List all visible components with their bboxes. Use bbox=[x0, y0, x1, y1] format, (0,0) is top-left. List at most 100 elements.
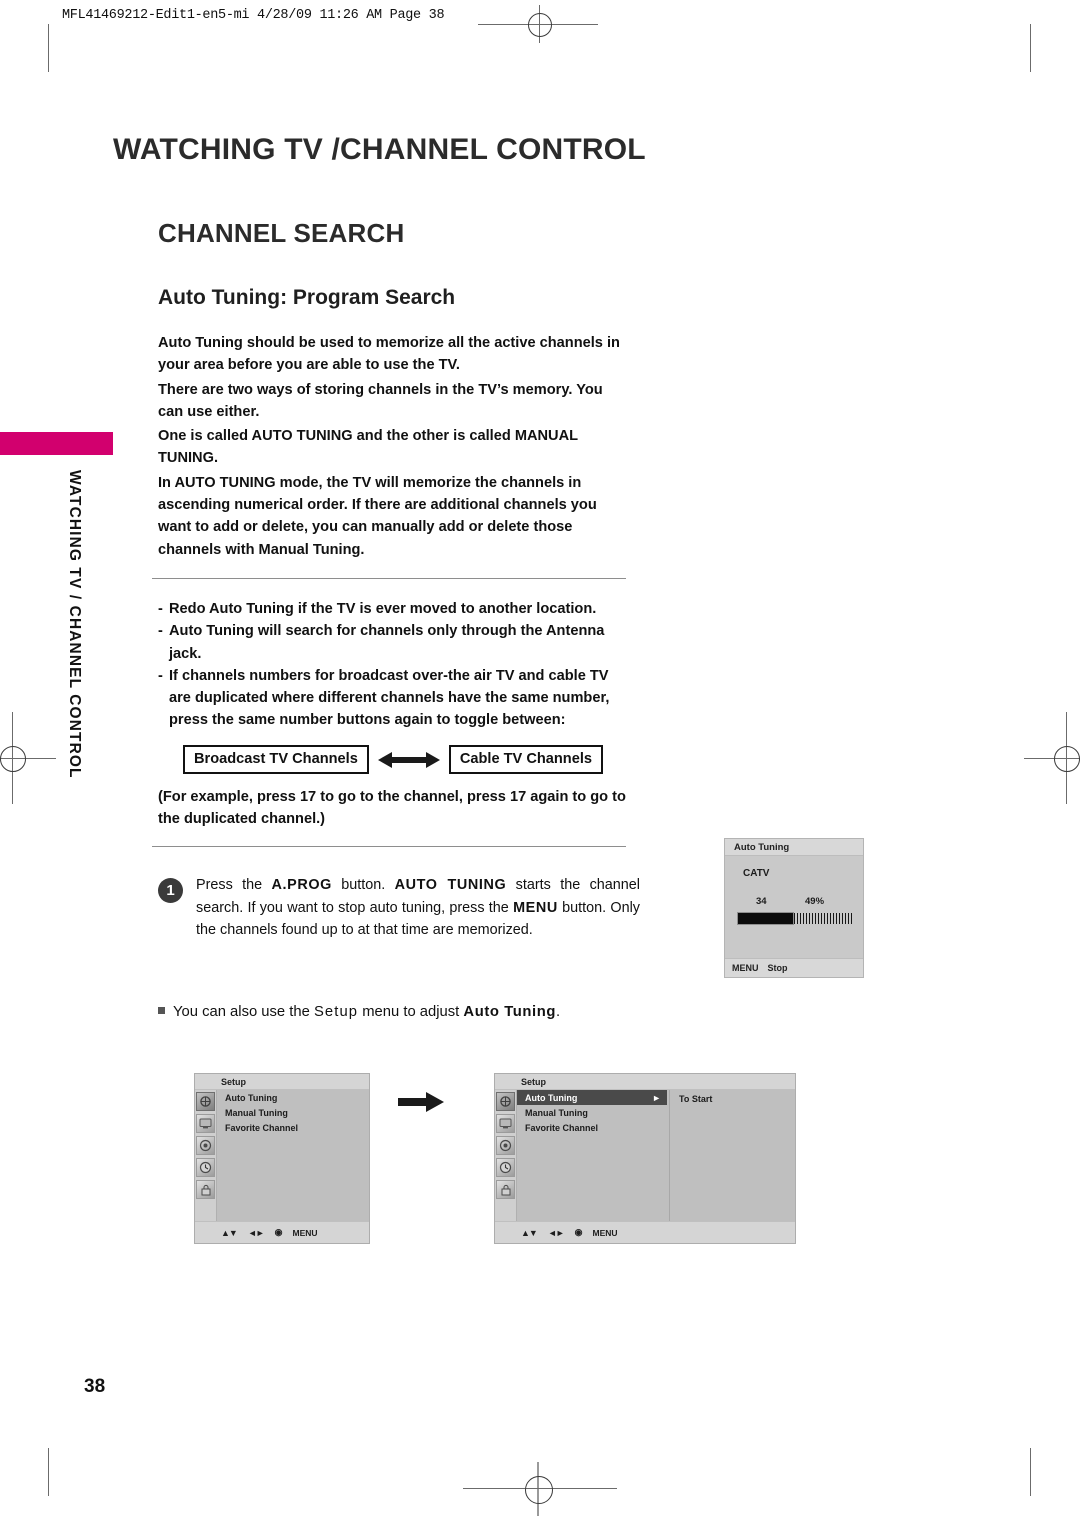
intro-paragraph: There are two ways of storing channels i… bbox=[158, 381, 603, 420]
menu-item-manual-tuning[interactable]: Manual Tuning bbox=[217, 1105, 369, 1120]
double-arrow-icon bbox=[377, 751, 440, 768]
channel-toggle-diagram: Broadcast TV Channels Cable TV Channels bbox=[183, 745, 604, 774]
intro-paragraph: Auto Tuning should be used to memorize a… bbox=[158, 335, 620, 374]
registration-mark-left bbox=[0, 712, 60, 804]
page-title: CHANNEL SEARCH bbox=[158, 218, 405, 248]
dash-marker: - bbox=[158, 667, 163, 684]
lock-icon[interactable] bbox=[196, 1180, 215, 1199]
notes-list: - Redo Auto Tuning if the TV is ever mov… bbox=[158, 598, 626, 732]
dash-marker: - bbox=[158, 623, 163, 640]
osd-setup-menu-before: Setup Auto Tuning Manual Tuning Favorite… bbox=[194, 1073, 370, 1244]
menu-item-label: Favorite Channel bbox=[225, 1122, 299, 1133]
list-item: - Redo Auto Tuning if the TV is ever mov… bbox=[158, 598, 626, 620]
square-bullet-icon bbox=[158, 1007, 165, 1014]
note-emphasis-setup: Setup bbox=[313, 1004, 359, 1020]
osd-progress-percent: 49% bbox=[805, 896, 825, 907]
time-icon[interactable] bbox=[196, 1158, 215, 1177]
lock-icon[interactable] bbox=[496, 1180, 515, 1199]
osd-setup-title-bar: Setup bbox=[195, 1074, 369, 1090]
intro-paragraph: One is called AUTO TUNING and the other … bbox=[158, 428, 578, 467]
menu-item-auto-tuning[interactable]: Auto Tuning ► bbox=[517, 1090, 667, 1105]
osd-progress-remaining bbox=[793, 913, 853, 924]
updown-arrows-icon: ▲▼ bbox=[221, 1227, 238, 1238]
registration-mark-bottom bbox=[463, 1462, 617, 1516]
picture-icon[interactable] bbox=[496, 1114, 515, 1133]
osd-setup-item-list: Auto Tuning Manual Tuning Favorite Chann… bbox=[217, 1090, 369, 1221]
list-item-text: Auto Tuning will search for channels onl… bbox=[169, 623, 605, 662]
note-middle: menu to adjust bbox=[358, 1004, 464, 1020]
divider-rule bbox=[152, 578, 626, 580]
printer-slug-text: MFL41469212-Edit1-en5-mi 4/28/09 11:26 A… bbox=[62, 8, 445, 23]
menu-item-label: Favorite Channel bbox=[525, 1122, 599, 1133]
broadcast-tv-channels-box: Broadcast TV Channels bbox=[183, 745, 369, 774]
osd-icon-column bbox=[495, 1090, 517, 1221]
osd-progress-fill bbox=[737, 912, 794, 925]
divider-rule bbox=[152, 846, 626, 848]
menu-key-label: MENU bbox=[592, 1227, 618, 1238]
osd-footer-menu-key: MENU bbox=[732, 963, 759, 973]
intro-paragraphs: Auto Tuning should be used to memorize a… bbox=[158, 332, 626, 561]
time-icon[interactable] bbox=[496, 1158, 515, 1177]
note-suffix: . bbox=[556, 1004, 561, 1020]
registration-mark-right bbox=[1020, 712, 1080, 804]
list-item: - Auto Tuning will search for channels o… bbox=[158, 620, 626, 665]
crop-line-left-vertical bbox=[48, 24, 49, 72]
step-number-badge: 1 bbox=[158, 878, 183, 903]
menu-item-label: Auto Tuning bbox=[225, 1092, 278, 1103]
menu-item-label: Auto Tuning bbox=[525, 1092, 578, 1103]
osd-detail-to-start: To Start bbox=[679, 1094, 713, 1104]
sidebar-accent-tab bbox=[0, 432, 113, 455]
cable-tv-channels-box: Cable TV Channels bbox=[448, 745, 604, 774]
page-section-heading: WATCHING TV /CHANNEL CONTROL bbox=[113, 133, 646, 166]
osd-panel-divider bbox=[669, 1090, 670, 1221]
menu-item-manual-tuning[interactable]: Manual Tuning bbox=[517, 1105, 667, 1120]
crop-line-right-vertical-bottom bbox=[1030, 1448, 1031, 1496]
chevron-right-icon: ► bbox=[652, 1092, 661, 1103]
dash-marker: - bbox=[158, 601, 163, 617]
menu-item-auto-tuning[interactable]: Auto Tuning bbox=[217, 1090, 369, 1105]
list-item-text: If channels numbers for broadcast over-t… bbox=[169, 667, 610, 729]
setup-icon[interactable] bbox=[496, 1092, 515, 1111]
registration-mark-slug bbox=[520, 5, 558, 43]
setup-menu-note: You can also use the Setup menu to adjus… bbox=[158, 1004, 560, 1020]
audio-icon[interactable] bbox=[196, 1136, 215, 1155]
note-emphasis-auto-tuning: Auto Tuning bbox=[463, 1004, 557, 1020]
updown-arrows-icon: ▲▼ bbox=[521, 1227, 538, 1238]
osd-auto-tuning-screen: Auto Tuning CATV 34 49% MENU Stop bbox=[724, 838, 864, 978]
osd-setup-title: Setup bbox=[221, 1077, 247, 1087]
note-prefix: You can also use the bbox=[173, 1004, 314, 1020]
menu-item-label: Manual Tuning bbox=[225, 1107, 288, 1118]
step-1: 1 Press the A.PROG button. AUTO TUNING s… bbox=[158, 874, 640, 942]
menu-item-favorite-channel[interactable]: Favorite Channel bbox=[217, 1120, 369, 1135]
osd-channel-number: 34 bbox=[756, 896, 767, 907]
setup-icon[interactable] bbox=[196, 1092, 215, 1111]
menu-item-label: Manual Tuning bbox=[525, 1107, 588, 1118]
step-1-text: Press the A.PROG button. AUTO TUNING sta… bbox=[196, 877, 640, 939]
picture-icon[interactable] bbox=[196, 1114, 215, 1133]
osd-auto-tuning-footer: MENU Stop bbox=[725, 958, 863, 977]
list-item-text: Redo Auto Tuning if the TV is ever moved… bbox=[169, 601, 597, 617]
osd-source-label: CATV bbox=[743, 868, 770, 879]
crop-line-left-vertical-bottom bbox=[48, 1448, 49, 1496]
osd-setup-title: Setup bbox=[521, 1077, 547, 1087]
osd-auto-tuning-title: Auto Tuning bbox=[725, 839, 863, 856]
menu-item-favorite-channel[interactable]: Favorite Channel bbox=[517, 1120, 667, 1135]
sidebar-section-label: WATCHING TV / CHANNEL CONTROL bbox=[66, 470, 83, 779]
osd-progress-bar bbox=[737, 912, 853, 925]
example-note-text: (For example, press 17 to go to the chan… bbox=[158, 789, 626, 828]
ok-button-icon: ◉ bbox=[574, 1227, 583, 1237]
menu-key-label: MENU bbox=[292, 1227, 318, 1238]
osd-icon-column bbox=[195, 1090, 217, 1221]
intro-paragraph: In AUTO TUNING mode, the TV will memoriz… bbox=[158, 474, 597, 558]
leftright-arrows-icon: ◄► bbox=[247, 1227, 265, 1238]
osd-setup-title-bar: Setup bbox=[495, 1074, 795, 1090]
ok-button-icon: ◉ bbox=[274, 1227, 283, 1237]
osd-setup-menu-after: Setup Auto Tuning ► Manual Tuning Favori… bbox=[494, 1073, 796, 1244]
list-item: - If channels numbers for broadcast over… bbox=[158, 665, 626, 732]
page-number: 38 bbox=[84, 1376, 106, 1397]
audio-icon[interactable] bbox=[496, 1136, 515, 1155]
crop-line-right-vertical bbox=[1030, 24, 1031, 72]
osd-setup-item-list: Auto Tuning ► Manual Tuning Favorite Cha… bbox=[517, 1090, 667, 1221]
osd-setup-footer: ▲▼ ◄► ◉ MENU bbox=[495, 1221, 795, 1243]
osd-setup-footer: ▲▼ ◄► ◉ MENU bbox=[195, 1221, 369, 1243]
